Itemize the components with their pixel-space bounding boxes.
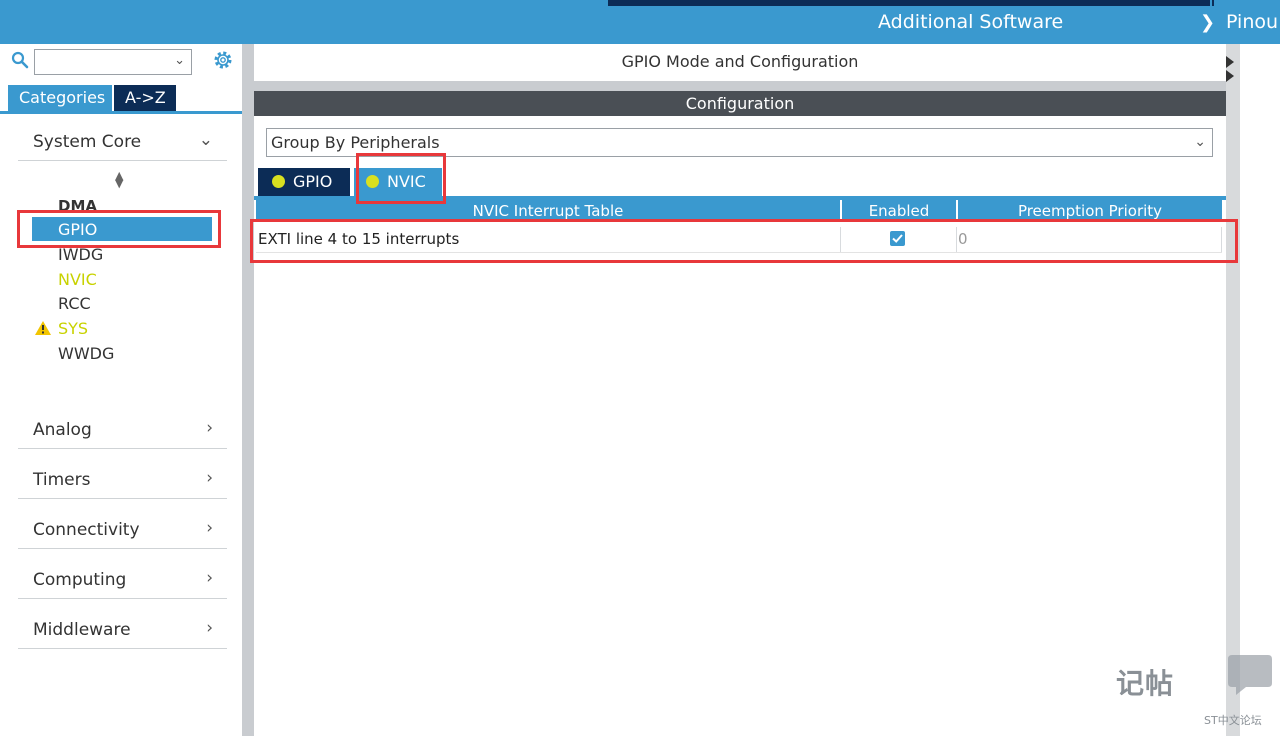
toolbar-dark-tab[interactable] — [608, 0, 1210, 6]
sidebar-item-nvic[interactable]: NVIC — [58, 270, 97, 289]
highlight-box-exti-row — [250, 219, 1238, 263]
category-label: Analog — [33, 420, 92, 440]
chevron-right-icon: › — [206, 468, 213, 488]
category-system-core[interactable]: System Core ⌄ — [18, 122, 227, 161]
pinout-menu[interactable]: Pinou — [1226, 11, 1278, 33]
right-area — [1240, 44, 1280, 736]
toolbar-separator — [1212, 0, 1214, 6]
chevron-right-icon: › — [206, 518, 213, 538]
section-splitter[interactable] — [254, 81, 1226, 91]
sidebar-item-wwdg[interactable]: WWDG — [58, 344, 114, 363]
tab-underline — [0, 111, 242, 114]
chevron-down-icon[interactable]: ⌄ — [1194, 134, 1206, 150]
search-icon[interactable] — [11, 51, 29, 69]
sidebar-item-sys[interactable]: SYS — [58, 319, 88, 338]
configuration-header: Configuration — [254, 91, 1226, 116]
top-toolbar: Additional Software ❯ Pinou — [0, 0, 1280, 44]
gear-icon[interactable] — [212, 49, 234, 71]
category-connectivity[interactable]: Connectivity › — [18, 510, 227, 549]
chevron-down-icon[interactable]: ❯ — [1200, 12, 1215, 33]
chevron-down-icon[interactable]: ⌄ — [174, 53, 185, 68]
category-computing[interactable]: Computing › — [18, 560, 227, 599]
chevron-down-icon: ⌄ — [198, 130, 213, 150]
highlight-box-gpio — [17, 210, 221, 248]
category-timers[interactable]: Timers › — [18, 460, 227, 499]
chat-bubble-icon — [1228, 655, 1272, 695]
category-label: Connectivity — [33, 520, 140, 540]
category-label: Middleware — [33, 620, 131, 640]
category-label: Computing — [33, 570, 127, 590]
chevron-right-icon: › — [206, 568, 213, 588]
panel-splitter[interactable] — [242, 44, 254, 736]
watermark-text: 记帖 — [1116, 667, 1175, 700]
chevron-right-icon: › — [206, 618, 213, 638]
column-header-preemption-priority[interactable]: Preemption Priority — [958, 202, 1222, 220]
highlight-box-nvic-tab — [356, 153, 446, 204]
chevron-right-icon: › — [206, 418, 213, 438]
column-header-enabled[interactable]: Enabled — [842, 202, 956, 220]
tab-categories[interactable]: Categories — [8, 85, 112, 111]
category-middleware[interactable]: Middleware › — [18, 610, 227, 649]
tab-gpio[interactable]: GPIO — [258, 168, 350, 196]
collapse-arrow-icon[interactable] — [1226, 56, 1236, 82]
page-title: GPIO Mode and Configuration — [621, 52, 859, 71]
column-header-nvic-interrupt-table[interactable]: NVIC Interrupt Table — [256, 202, 840, 220]
watermark-subtext: ST中文论坛 — [1204, 714, 1262, 727]
category-label: System Core — [33, 132, 142, 152]
search-input[interactable]: ⌄ — [34, 49, 192, 75]
tab-a-to-z[interactable]: A->Z — [114, 85, 176, 111]
group-by-value: Group By Peripherals — [271, 133, 440, 152]
sidebar-item-rcc[interactable]: RCC — [58, 294, 91, 313]
check-circle-icon — [272, 175, 285, 188]
additional-software-tab[interactable]: Additional Software — [878, 11, 1063, 33]
sort-arrows-icon[interactable]: ▲ ▼ — [115, 170, 123, 189]
category-label: Timers — [33, 470, 91, 490]
category-analog[interactable]: Analog › — [18, 410, 227, 449]
warning-icon — [35, 321, 51, 335]
left-category-panel: ⌄ Categories A->Z System Core ⌄ ▲ ▼ DMA G… — [0, 44, 242, 736]
right-splitter[interactable] — [1226, 44, 1240, 736]
tab-label: GPIO — [293, 172, 333, 191]
